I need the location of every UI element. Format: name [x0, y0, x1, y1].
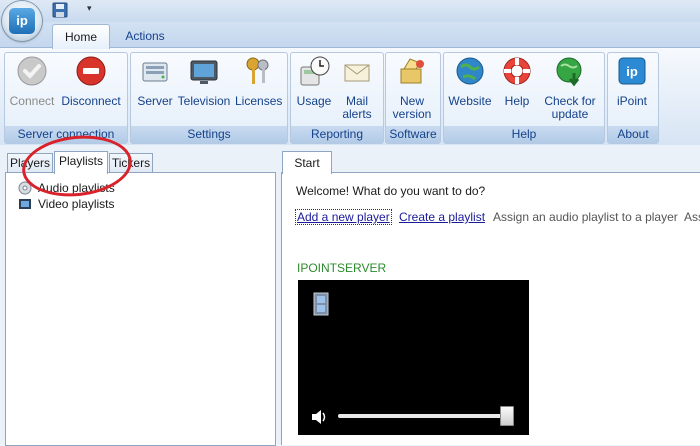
check-for-update-button[interactable]: Check for update	[542, 55, 598, 121]
group-label: Settings	[131, 126, 287, 143]
mail-alerts-label-line1: Mail	[345, 94, 368, 108]
volume-slider-thumb[interactable]	[499, 406, 514, 426]
new-version-label: New version	[389, 95, 435, 121]
assign-audio-playlist-link[interactable]: Assign an audio playlist to a player	[493, 210, 678, 224]
group-label: Server connection	[5, 126, 127, 143]
tab-tickers[interactable]: Tickers	[109, 153, 153, 173]
clock-calculator-icon	[300, 56, 330, 86]
group-label: About	[608, 126, 658, 143]
check-for-update-label-line2: update	[551, 107, 589, 121]
film-strip-icon	[313, 292, 329, 316]
video-preview	[298, 280, 529, 435]
mail-alerts-button[interactable]: Mail alerts	[337, 55, 377, 121]
customize-quick-access-icon[interactable]: ▾	[87, 3, 92, 14]
television-label: Television	[177, 94, 231, 108]
new-version-label-line2: version	[392, 107, 432, 121]
check-circle-icon	[17, 56, 47, 86]
application-menu-button[interactable]: ip	[2, 1, 42, 41]
new-version-label-line1: New	[399, 94, 424, 108]
help-label: Help	[504, 94, 530, 108]
connect-label: Connect	[9, 94, 55, 108]
globe-update-icon	[556, 57, 582, 87]
server-label: Server	[137, 94, 173, 108]
licenses-button[interactable]: Licenses	[235, 55, 283, 108]
save-icon[interactable]	[52, 2, 68, 18]
group-label: Reporting	[291, 126, 383, 143]
video-film-icon	[19, 199, 31, 209]
tab-playlists[interactable]: Playlists	[54, 151, 108, 174]
connect-button[interactable]: Connect	[8, 55, 56, 108]
playlists-tree-panel	[5, 172, 276, 446]
television-icon	[190, 60, 218, 84]
volume-icon[interactable]	[311, 409, 329, 425]
tree-item-label: Video playlists	[38, 197, 115, 211]
server-button[interactable]: Server	[136, 55, 174, 108]
server-icon	[142, 62, 168, 82]
help-button[interactable]: Help	[499, 55, 535, 108]
add-new-player-link[interactable]: Add a new player	[295, 209, 392, 225]
ipoint-about-button[interactable]: ip iPoint	[612, 55, 652, 108]
audio-cd-icon	[18, 181, 32, 195]
television-button[interactable]: Television	[177, 55, 231, 108]
tree-item-label: Audio playlists	[38, 181, 115, 195]
create-playlist-link[interactable]: Create a playlist	[399, 210, 485, 224]
title-bar	[0, 0, 700, 22]
ip-logo-icon: ip	[9, 8, 35, 34]
tab-actions[interactable]: Actions	[115, 24, 175, 48]
website-button[interactable]: Website	[447, 55, 493, 108]
new-version-button[interactable]: New version	[389, 55, 435, 121]
website-label: Website	[448, 94, 492, 108]
ipoint-label: iPoint	[616, 94, 648, 108]
server-name: IPOINTSERVER	[297, 261, 387, 275]
mail-alerts-label: Mail alerts	[337, 95, 377, 121]
welcome-text: Welcome! What do you want to do?	[296, 184, 486, 198]
disconnect-button[interactable]: Disconnect	[60, 55, 122, 108]
licenses-label: Licenses	[235, 94, 283, 108]
stop-circle-icon	[76, 56, 106, 86]
tab-start[interactable]: Start	[282, 151, 332, 174]
keys-icon	[246, 57, 269, 84]
volume-slider-track[interactable]	[338, 414, 510, 418]
tree-item-audio-playlists[interactable]: Audio playlists	[18, 180, 115, 196]
lifebuoy-icon	[503, 57, 531, 85]
group-label: Software	[386, 126, 440, 143]
truncated-action-link[interactable]: Ass	[684, 210, 700, 224]
disconnect-label: Disconnect	[61, 94, 121, 108]
envelope-icon	[344, 64, 370, 82]
tree-item-video-playlists[interactable]: Video playlists	[18, 196, 115, 212]
usage-label: Usage	[296, 94, 332, 108]
check-for-update-label-line1: Check for	[544, 94, 596, 108]
svg-text:ip: ip	[626, 64, 638, 79]
new-version-icon	[400, 58, 424, 84]
globe-icon	[456, 57, 484, 85]
check-for-update-label: Check for update	[542, 95, 598, 121]
mail-alerts-label-line2: alerts	[342, 107, 372, 121]
ipoint-logo-icon: ip	[618, 57, 646, 85]
usage-button[interactable]: Usage	[295, 55, 333, 108]
group-label: Help	[444, 126, 604, 143]
tab-players[interactable]: Players	[7, 153, 53, 173]
tab-home[interactable]: Home	[52, 24, 110, 49]
